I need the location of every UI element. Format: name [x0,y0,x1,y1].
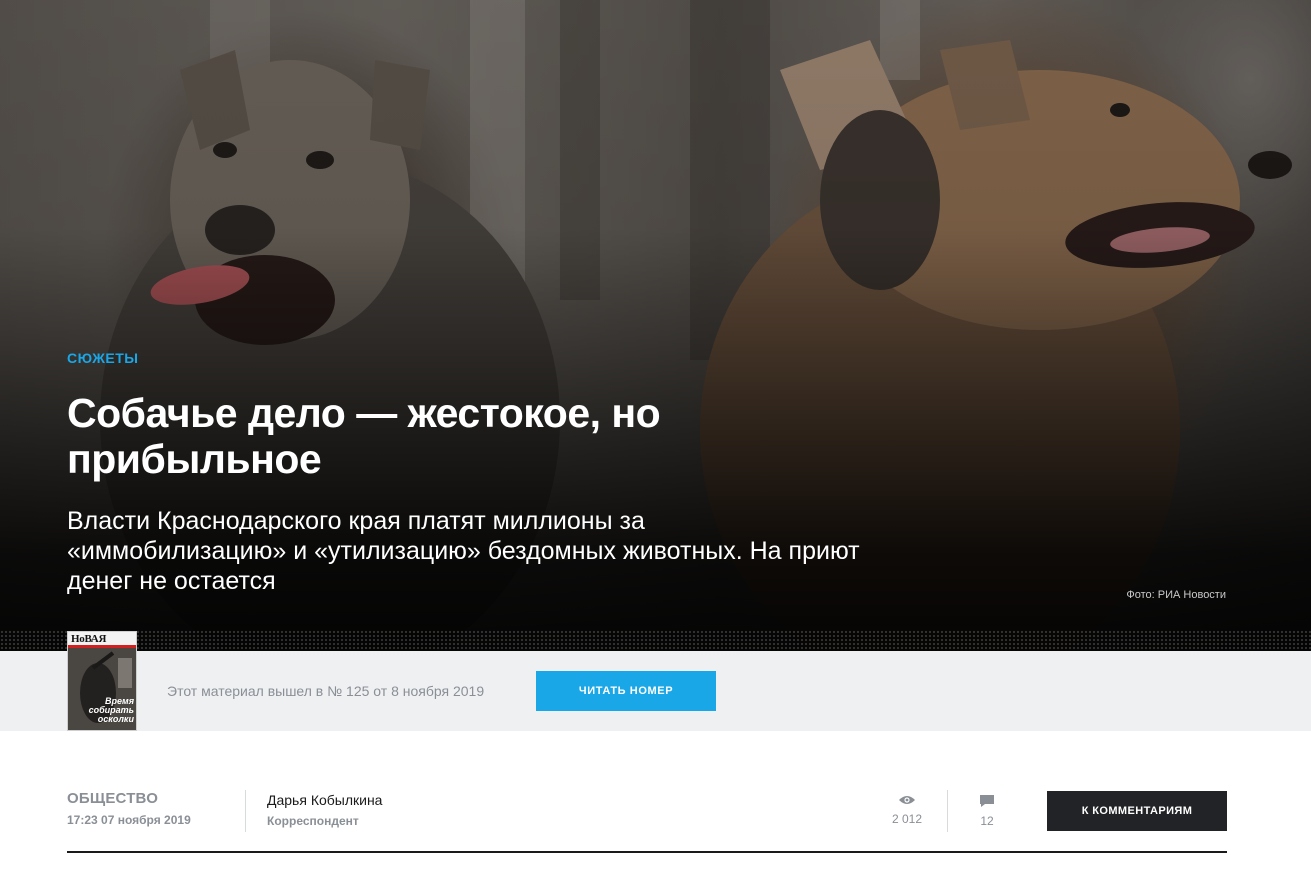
cover-logo: НоВАЯ [71,633,107,645]
comment-icon [980,795,994,807]
article-title: Собачье дело — жестокое, но прибыльное [67,390,661,482]
read-issue-button[interactable]: ЧИТАТЬ НОМЕР [536,671,716,711]
section-block: ОБЩЕСТВО 17:23 07 ноября 2019 [67,790,245,827]
photo-credit: Фото: РИА Новости [1126,589,1226,601]
issue-cover-thumbnail[interactable]: НоВАЯ Время собирать осколки [67,631,137,731]
issue-info-text: Этот материал вышел в № 125 от 8 ноября … [167,683,485,699]
hero-content: СЮЖЕТЫ Собачье дело — жестокое, но прибы… [67,350,887,596]
cover-headline: Время собирать осколки [88,696,134,724]
author-block[interactable]: Дарья Кобылкина Корреспондент [267,792,382,828]
article-lead: Власти Краснодарского края платят миллио… [67,507,860,595]
hero-dot-pattern [0,630,1311,651]
meta-divider [245,790,246,832]
publish-date: 17:23 07 ноября 2019 [67,813,191,827]
section-link[interactable]: ОБЩЕСТВО [67,790,245,807]
comments-count: 12 [980,814,994,828]
eye-icon [899,796,915,804]
meta-underline [67,851,1227,853]
author-role: Корреспондент [267,814,359,828]
views-count: 2 012 [891,812,923,826]
views-counter: 2 012 [882,794,932,826]
author-name[interactable]: Дарья Кобылкина [267,792,382,808]
to-comments-button[interactable]: К КОММЕНТАРИЯМ [1047,791,1227,831]
article-meta: ОБЩЕСТВО 17:23 07 ноября 2019 Дарья Кобы… [67,790,1227,852]
meta-divider [947,790,948,832]
rubric-link[interactable]: СЮЖЕТЫ [67,350,138,366]
hero-section: СЮЖЕТЫ Собачье дело — жестокое, но прибы… [0,0,1311,651]
comments-counter[interactable]: 12 [962,794,1012,828]
